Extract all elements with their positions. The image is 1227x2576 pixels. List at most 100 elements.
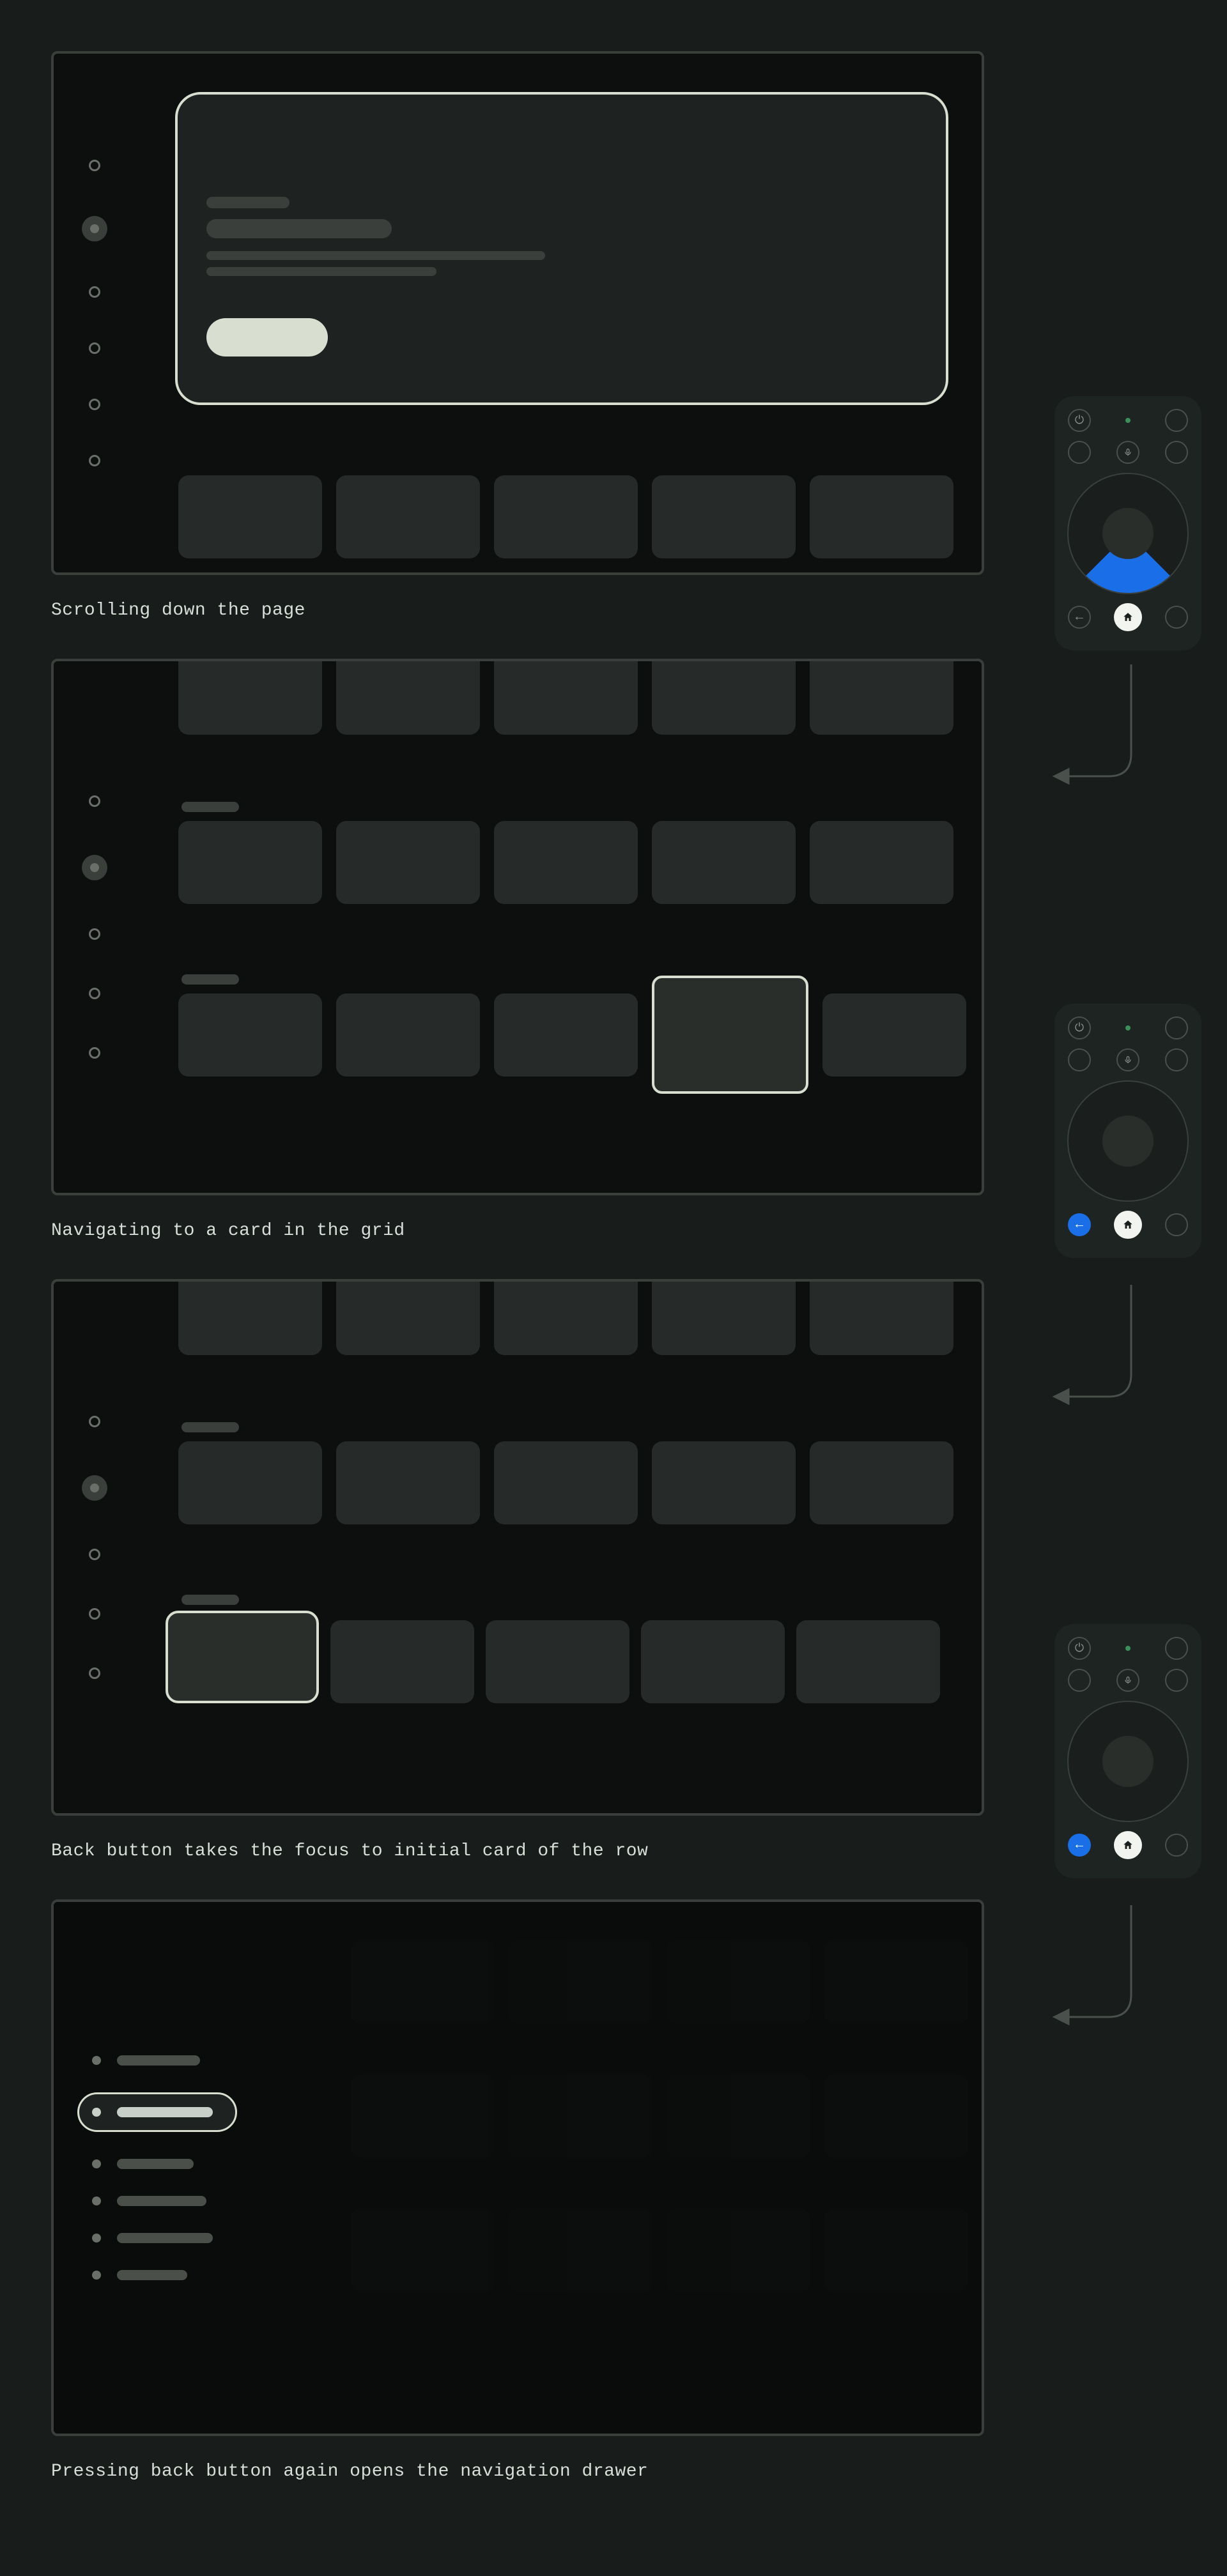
power-button[interactable]: ⏻ <box>1068 1016 1091 1039</box>
remote-button[interactable] <box>1165 1048 1188 1071</box>
content-card[interactable] <box>336 1441 480 1524</box>
content-card[interactable] <box>336 659 480 735</box>
content-card[interactable] <box>178 993 322 1077</box>
tv-screen-1 <box>51 51 984 575</box>
content-card[interactable] <box>494 821 638 904</box>
remote-button[interactable] <box>1165 1213 1188 1236</box>
content-row <box>178 475 953 558</box>
content-card[interactable] <box>641 1620 785 1703</box>
power-button[interactable]: ⏻ <box>1068 1637 1091 1660</box>
content-card[interactable] <box>336 993 480 1077</box>
content-card[interactable] <box>178 659 322 735</box>
content-card[interactable] <box>796 1620 940 1703</box>
nav-dot-selected[interactable] <box>82 216 107 241</box>
content-card[interactable] <box>336 1279 480 1355</box>
dpad-select[interactable] <box>1102 1116 1154 1167</box>
content-card[interactable] <box>810 1441 953 1524</box>
mic-button[interactable] <box>1116 1048 1139 1071</box>
tv-screen-2 <box>51 659 984 1195</box>
content-card[interactable] <box>486 1620 629 1703</box>
nav-dot[interactable] <box>89 988 100 999</box>
focused-card[interactable] <box>652 976 808 1094</box>
input-button[interactable] <box>1165 409 1188 432</box>
nav-dot-selected[interactable] <box>82 1475 107 1501</box>
content-card[interactable] <box>178 475 322 558</box>
dpad-select[interactable] <box>1102 508 1154 559</box>
content-card[interactable] <box>178 1441 322 1524</box>
remote-button[interactable] <box>1068 1048 1091 1071</box>
input-button[interactable] <box>1165 1637 1188 1660</box>
nav-dot[interactable] <box>89 1667 100 1679</box>
content-card[interactable] <box>652 659 796 735</box>
step-back-to-first-card: Back button takes the focus to initial c… <box>51 1279 1201 1861</box>
nav-dot[interactable] <box>89 928 100 940</box>
status-led <box>1125 1646 1131 1651</box>
home-button[interactable] <box>1114 1211 1142 1239</box>
nav-dot[interactable] <box>89 455 100 466</box>
drawer-item[interactable] <box>92 2055 237 2066</box>
content-card[interactable] <box>494 1441 638 1524</box>
content-card[interactable] <box>652 821 796 904</box>
home-button[interactable] <box>1114 603 1142 631</box>
drawer-item-selected[interactable] <box>77 2092 237 2132</box>
drawer-item[interactable] <box>92 2196 237 2206</box>
nav-dot[interactable] <box>89 342 100 354</box>
content-card[interactable] <box>494 993 638 1077</box>
remote-button[interactable] <box>1165 606 1188 629</box>
dpad[interactable] <box>1067 1080 1189 1202</box>
dpad[interactable] <box>1067 1701 1189 1822</box>
content-card[interactable] <box>810 659 953 735</box>
content-card[interactable] <box>652 1441 796 1524</box>
nav-dot[interactable] <box>89 286 100 298</box>
mic-button[interactable] <box>1116 441 1139 464</box>
caption: Scrolling down the page <box>51 601 1201 620</box>
power-button[interactable]: ⏻ <box>1068 409 1091 432</box>
nav-dot[interactable] <box>89 1608 100 1620</box>
content-card[interactable] <box>494 659 638 735</box>
mic-button[interactable] <box>1116 1669 1139 1692</box>
content-card[interactable] <box>652 1279 796 1355</box>
content-card[interactable] <box>178 821 322 904</box>
remote-button[interactable] <box>1165 441 1188 464</box>
nav-dot-selected[interactable] <box>82 855 107 880</box>
content-card[interactable] <box>810 475 953 558</box>
content-card[interactable] <box>652 475 796 558</box>
input-button[interactable] <box>1165 1016 1188 1039</box>
content-card[interactable] <box>822 993 966 1077</box>
status-led <box>1125 1025 1131 1031</box>
home-button[interactable] <box>1114 1831 1142 1859</box>
nav-dot[interactable] <box>89 1416 100 1427</box>
content-card[interactable] <box>494 475 638 558</box>
content-card[interactable] <box>336 821 480 904</box>
drawer-item[interactable] <box>92 2159 237 2169</box>
caption: Pressing back button again opens the nav… <box>51 2462 1201 2481</box>
drawer-item[interactable] <box>92 2270 237 2280</box>
nav-dot[interactable] <box>89 795 100 807</box>
nav-dot[interactable] <box>89 399 100 410</box>
cta-button[interactable] <box>206 318 328 356</box>
navigation-drawer <box>92 1902 237 2434</box>
remote-button[interactable] <box>1068 441 1091 464</box>
remote-button[interactable] <box>1165 1834 1188 1857</box>
placeholder-line <box>206 219 392 238</box>
remote-button[interactable] <box>1068 1669 1091 1692</box>
content-card[interactable] <box>810 1279 953 1355</box>
content-card[interactable] <box>330 1620 474 1703</box>
drawer-item[interactable] <box>92 2233 237 2243</box>
focused-first-card[interactable] <box>166 1611 319 1703</box>
nav-dot[interactable] <box>89 1047 100 1059</box>
tv-screen-3 <box>51 1279 984 1816</box>
dpad-select[interactable] <box>1102 1736 1154 1787</box>
back-button-active[interactable]: ← <box>1068 1213 1091 1236</box>
nav-dot[interactable] <box>89 160 100 171</box>
content-card[interactable] <box>494 1279 638 1355</box>
remote-button[interactable] <box>1165 1669 1188 1692</box>
back-button[interactable]: ← <box>1068 606 1091 629</box>
content-card[interactable] <box>178 1279 322 1355</box>
content-card[interactable] <box>336 475 480 558</box>
back-button-active[interactable]: ← <box>1068 1834 1091 1857</box>
featured-hero-card[interactable] <box>175 92 948 405</box>
nav-dot[interactable] <box>89 1549 100 1560</box>
content-card[interactable] <box>810 821 953 904</box>
dpad[interactable] <box>1067 473 1189 594</box>
